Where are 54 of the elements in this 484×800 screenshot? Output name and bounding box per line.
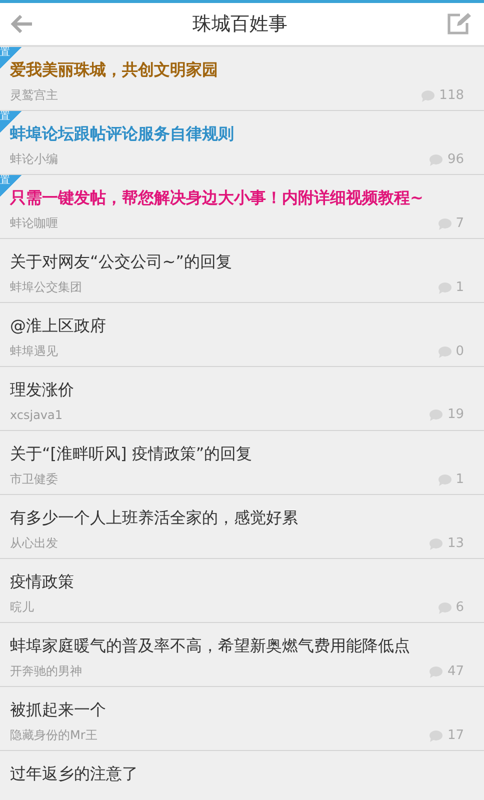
comment-count: 1 bbox=[456, 472, 464, 487]
comment-icon bbox=[438, 218, 452, 230]
comment-count: 1 bbox=[456, 280, 464, 295]
post-item[interactable]: 理发涨价 xcsjava1 19 bbox=[0, 367, 484, 431]
comment-count: 47 bbox=[447, 664, 464, 679]
comment-icon bbox=[429, 730, 444, 742]
post-author: 蚌论小编 bbox=[10, 151, 58, 168]
post-title: 有多少一个人上班养活全家的，感觉好累 bbox=[10, 507, 299, 529]
comment-icon bbox=[438, 474, 452, 486]
edit-icon[interactable] bbox=[446, 12, 472, 36]
comment-icon bbox=[429, 408, 444, 420]
comment-count: 96 bbox=[447, 152, 464, 167]
post-author: 开奔驰的男神 bbox=[10, 663, 82, 680]
page-title: 珠城百姓事 bbox=[192, 12, 288, 37]
post-author: xcsjava1 bbox=[10, 408, 63, 422]
post-title: 疫情政策 bbox=[10, 571, 75, 593]
comment-count: 19 bbox=[447, 407, 464, 422]
post-item[interactable]: 过年返乡的注意了 bbox=[0, 751, 484, 800]
back-arrow-icon[interactable] bbox=[10, 14, 34, 34]
comment-icon bbox=[438, 602, 452, 614]
comment-count: 13 bbox=[447, 536, 464, 551]
comment-count: 0 bbox=[456, 344, 464, 359]
post-item[interactable]: @淮上区政府 蚌埠遇见 0 bbox=[0, 303, 484, 367]
comment-icon bbox=[438, 282, 452, 294]
post-author: 蚌埠遇见 bbox=[10, 343, 58, 360]
comment-icon bbox=[421, 90, 436, 102]
post-item[interactable]: 被抓起来一个 隐藏身份的Mr王 17 bbox=[0, 687, 484, 751]
post-title: 被抓起来一个 bbox=[10, 699, 107, 721]
post-title: 过年返乡的注意了 bbox=[10, 763, 139, 785]
post-title: 理发涨价 bbox=[10, 379, 75, 401]
post-author: 从心出发 bbox=[10, 535, 58, 552]
comment-icon bbox=[429, 666, 444, 678]
post-author: 蚌论咖喱 bbox=[10, 215, 58, 232]
post-author: 隐藏身份的Mr王 bbox=[10, 727, 98, 744]
post-author: 灵鹫宫主 bbox=[10, 87, 58, 104]
post-author: 晥儿 bbox=[10, 599, 34, 616]
comment-count: 17 bbox=[447, 728, 464, 743]
comment-count: 118 bbox=[439, 88, 464, 103]
post-author: 市卫健委 bbox=[10, 471, 58, 488]
post-item[interactable]: 有多少一个人上班养活全家的，感觉好累 从心出发 13 bbox=[0, 495, 484, 559]
comment-count: 7 bbox=[456, 216, 464, 231]
comment-count: 6 bbox=[456, 600, 464, 615]
post-author: 蚌埠公交集团 bbox=[10, 279, 82, 296]
post-item[interactable]: 疫情政策 晥儿 6 bbox=[0, 559, 484, 623]
comment-icon bbox=[438, 346, 452, 358]
post-title: @淮上区政府 bbox=[10, 315, 107, 337]
post-title: 关于对网友“公交公司~”的回复 bbox=[10, 251, 233, 273]
comment-icon bbox=[429, 538, 444, 550]
post-title: 蚌埠家庭暖气的普及率不高，希望新奥燃气费用能降低点 bbox=[10, 635, 411, 657]
post-title: 关于“[淮畔听风] 疫情政策”的回复 bbox=[10, 443, 254, 465]
comment-icon bbox=[429, 154, 444, 166]
post-item[interactable]: 关于“[淮畔听风] 疫情政策”的回复 市卫健委 1 bbox=[0, 431, 484, 495]
post-item[interactable]: 关于对网友“公交公司~”的回复 蚌埠公交集团 1 bbox=[0, 239, 484, 303]
post-item[interactable]: 蚌埠家庭暖气的普及率不高，希望新奥燃气费用能降低点 开奔驰的男神 47 bbox=[0, 623, 484, 687]
